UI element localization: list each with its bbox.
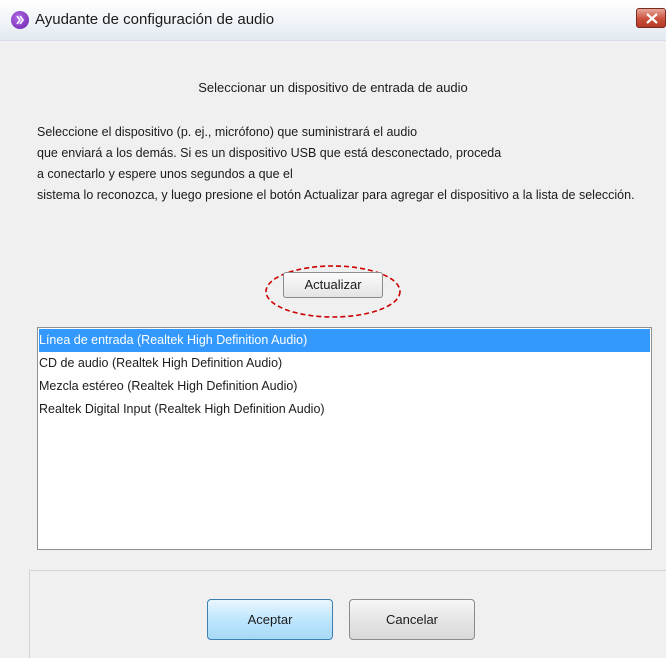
instructions-line: sistema lo reconozca, y luego presione e… (37, 188, 635, 202)
instructions-text: Seleccione el dispositivo (p. ej., micró… (37, 122, 662, 206)
list-item[interactable]: Mezcla estéreo (Realtek High Definition … (39, 375, 650, 398)
list-item[interactable]: Línea de entrada (Realtek High Definitio… (39, 329, 650, 352)
instructions-line: a conectarlo y espere unos segundos a qu… (37, 167, 293, 181)
refresh-button[interactable]: Actualizar (283, 272, 383, 298)
window-title: Ayudante de configuración de audio (35, 11, 275, 28)
instructions-line: que enviará a los demás. Si es un dispos… (37, 146, 502, 160)
button-panel (29, 570, 666, 658)
device-list[interactable]: Línea de entrada (Realtek High Definitio… (37, 327, 652, 550)
close-button[interactable] (636, 8, 666, 28)
accept-button[interactable]: Aceptar (207, 599, 333, 640)
audio-setup-dialog: Ayudante de configuración de audio Selec… (0, 0, 666, 658)
title-bar: Ayudante de configuración de audio (0, 0, 666, 41)
page-subtitle: Seleccionar un dispositivo de entrada de… (198, 80, 468, 95)
cancel-button[interactable]: Cancelar (349, 599, 475, 640)
close-icon (646, 13, 658, 24)
instructions-line: Seleccione el dispositivo (p. ej., micró… (37, 125, 418, 139)
list-item[interactable]: Realtek Digital Input (Realtek High Defi… (39, 398, 650, 421)
app-logo-icon (11, 11, 29, 29)
list-item[interactable]: CD de audio (Realtek High Definition Aud… (39, 352, 650, 375)
